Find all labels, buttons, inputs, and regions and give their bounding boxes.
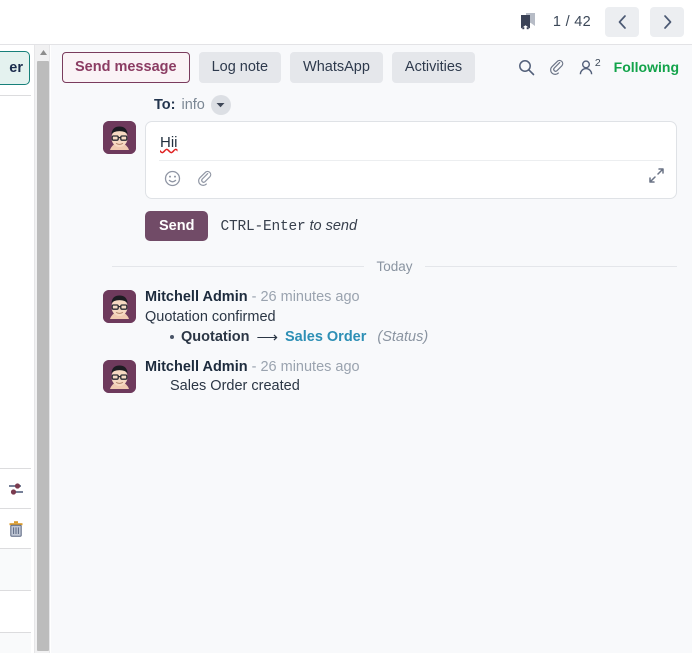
message-input[interactable]: Hii — [146, 122, 676, 160]
tracking-value-row: Quotation ⟶ Sales Order (Status) — [170, 328, 677, 346]
rail-settings-button[interactable] — [0, 469, 31, 509]
recipient-line: To: info — [103, 89, 677, 121]
recipient-value: info — [181, 97, 205, 113]
message-author[interactable]: Mitchell Admin — [145, 289, 248, 305]
app-screen: 1 / 42 er Send message Log note WhatsApp… — [0, 0, 692, 653]
avatar — [103, 290, 136, 323]
composer-row: Hii — [103, 121, 677, 199]
next-record-button[interactable] — [650, 7, 684, 37]
composer-toolbar — [146, 161, 676, 196]
trash-icon — [9, 520, 22, 537]
message-item: Mitchell Admin - 26 minutes ago Quotatio… — [103, 288, 677, 346]
recipient-label: To: — [154, 97, 176, 113]
emoji-icon[interactable] — [164, 170, 181, 187]
scroll-up-arrow-icon[interactable] — [35, 45, 51, 59]
chatter-toolbar: Send message Log note WhatsApp Activitie… — [51, 45, 692, 89]
message-text: Hii — [160, 134, 178, 151]
tracking-new-value: Sales Order — [284, 328, 367, 345]
record-pager: 1 / 42 — [517, 0, 684, 44]
tracking-old-value: Quotation — [181, 328, 250, 345]
message-content: Sales Order created — [170, 378, 300, 395]
bookmark-icon[interactable] — [517, 11, 539, 33]
partial-edge-button[interactable]: er — [0, 51, 30, 85]
tracking-value-list: Quotation ⟶ Sales Order (Status) — [145, 328, 677, 346]
scrollbar-thumb[interactable] — [37, 61, 49, 651]
vertical-scrollbar[interactable] — [34, 45, 50, 653]
composer-box[interactable]: Hii — [145, 121, 677, 199]
day-divider-label: Today — [376, 259, 413, 274]
send-row: Send CTRL-Enter to send — [103, 199, 677, 241]
expand-icon[interactable] — [649, 168, 664, 188]
followers-button[interactable]: 2 — [578, 56, 601, 76]
day-divider: Today — [103, 259, 677, 274]
send-button[interactable]: Send — [145, 211, 209, 241]
message-body: Mitchell Admin - 26 minutes ago Sales Or… — [145, 358, 677, 395]
message-composer: To: info Hii Send CTRL-Enter to send — [51, 89, 692, 241]
rail-cell-empty-b — [0, 591, 31, 633]
send-shortcut-text: to send — [309, 217, 358, 234]
bullet-icon — [170, 334, 174, 339]
chevron-left-icon — [618, 15, 626, 29]
avatar — [103, 121, 136, 154]
follower-count: 2 — [594, 56, 601, 69]
message-thread: Today Mitchell Admin - 26 minutes ago Qu… — [51, 241, 692, 394]
message-timestamp: - 26 minutes ago — [251, 358, 360, 375]
tab-whatsapp[interactable]: WhatsApp — [290, 51, 383, 83]
chatter-tool-icons: 2 Following — [518, 45, 679, 89]
chatter-panel: Send message Log note WhatsApp Activitie… — [51, 45, 692, 653]
rail-cell-empty-c — [0, 633, 31, 653]
send-hint: CTRL-Enter to send — [220, 218, 357, 235]
left-rail-panel — [0, 95, 31, 653]
arrow-right-icon: ⟶ — [256, 328, 278, 346]
chevron-right-icon — [663, 15, 671, 29]
previous-record-button[interactable] — [605, 7, 639, 37]
rail-delete-button[interactable] — [0, 509, 31, 549]
divider-line-right — [424, 266, 677, 267]
top-navigation-bar: 1 / 42 — [0, 0, 692, 45]
message-header: Mitchell Admin - 26 minutes ago — [145, 358, 677, 378]
paperclip-icon[interactable] — [196, 170, 213, 187]
user-icon — [579, 59, 593, 74]
search-icon[interactable] — [518, 59, 535, 76]
left-rail: er — [0, 45, 31, 653]
following-status-button[interactable]: Following — [614, 59, 679, 75]
divider-line-left — [112, 266, 365, 267]
rail-cell-empty-top — [0, 96, 31, 469]
message-author[interactable]: Mitchell Admin — [145, 359, 248, 375]
send-shortcut-key: CTRL-Enter — [220, 218, 306, 235]
chevron-down-icon[interactable] — [210, 95, 231, 115]
tab-activities[interactable]: Activities — [391, 51, 476, 83]
rail-cell-empty-a — [0, 549, 31, 591]
tracking-field-label: (Status) — [377, 328, 429, 345]
pager-count: 1 / 42 — [552, 14, 591, 30]
message-header: Mitchell Admin - 26 minutes ago — [145, 288, 677, 308]
sliders-icon — [8, 482, 23, 495]
message-timestamp: - 26 minutes ago — [251, 289, 360, 305]
message-item: Mitchell Admin - 26 minutes ago Sales Or… — [103, 358, 677, 395]
avatar — [103, 359, 136, 393]
paperclip-icon[interactable] — [548, 59, 565, 76]
tab-send-message[interactable]: Send message — [62, 51, 190, 83]
tab-log-note[interactable]: Log note — [198, 51, 282, 83]
message-subject: Quotation confirmed — [145, 308, 276, 325]
chatter-tabs: Send message Log note WhatsApp Activitie… — [62, 51, 476, 83]
message-body: Mitchell Admin - 26 minutes ago Quotatio… — [145, 288, 677, 346]
